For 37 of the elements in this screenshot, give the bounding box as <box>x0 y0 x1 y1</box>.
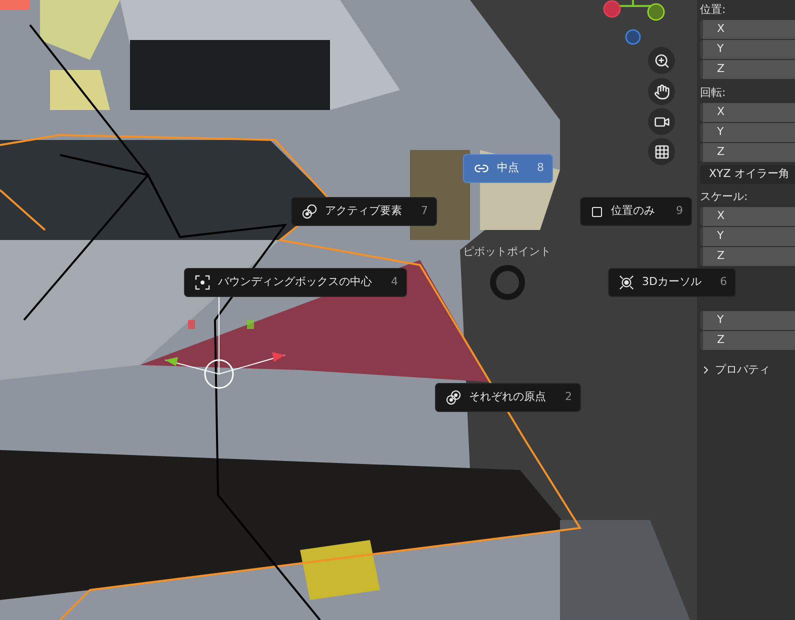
properties-panel-header[interactable]: プロパティ <box>700 362 795 378</box>
number-field[interactable]: Z <box>700 143 795 162</box>
number-field[interactable]: Y <box>700 227 795 246</box>
number-field[interactable]: X <box>700 20 795 39</box>
pie-menu-item[interactable]: 中点 8 <box>463 154 553 183</box>
group-label: 位置: <box>699 2 727 18</box>
number-field[interactable]: Z <box>700 331 795 350</box>
camera-button[interactable] <box>648 108 675 135</box>
number-field[interactable]: Y <box>700 311 795 330</box>
pie-menu-item[interactable]: アクティブ要素 7 <box>291 197 437 226</box>
pie-menu-item[interactable]: 位置のみ 9 <box>580 197 692 226</box>
pie-menu-item[interactable]: それぞれの原点 2 <box>435 383 581 412</box>
pie-menu-title: ピボットポイント <box>463 244 551 260</box>
number-field[interactable]: Y <box>700 123 795 142</box>
pie-center-ring <box>490 265 525 300</box>
grid-button[interactable] <box>648 138 675 165</box>
number-field[interactable]: X <box>700 207 795 226</box>
number-field[interactable]: Z <box>700 60 795 79</box>
rotation-mode-dropdown[interactable]: XYZ オイラー角 <box>700 165 795 184</box>
zoom-button[interactable] <box>648 47 675 74</box>
bounding-box-icon <box>195 275 210 290</box>
pan-button[interactable] <box>648 78 675 105</box>
number-field[interactable]: Z <box>700 247 795 266</box>
group-label: 回転: <box>699 85 727 101</box>
origin-circles-icon <box>302 204 317 219</box>
group-label: スケール: <box>699 189 749 205</box>
pie-menu-item[interactable]: バウンディングボックスの中心 4 <box>184 268 407 297</box>
grid-icon <box>654 144 670 160</box>
pie-menu-item[interactable]: 3Dカーソル 6 <box>608 268 736 297</box>
origin-circles-icon <box>446 390 461 405</box>
panel-title: プロパティ <box>715 362 770 378</box>
square-icon <box>591 206 603 218</box>
number-field[interactable]: Y <box>700 40 795 59</box>
zoom-icon <box>654 52 670 68</box>
hand-icon <box>654 84 670 100</box>
crosshair-icon <box>619 275 634 290</box>
number-field[interactable]: X <box>700 103 795 122</box>
